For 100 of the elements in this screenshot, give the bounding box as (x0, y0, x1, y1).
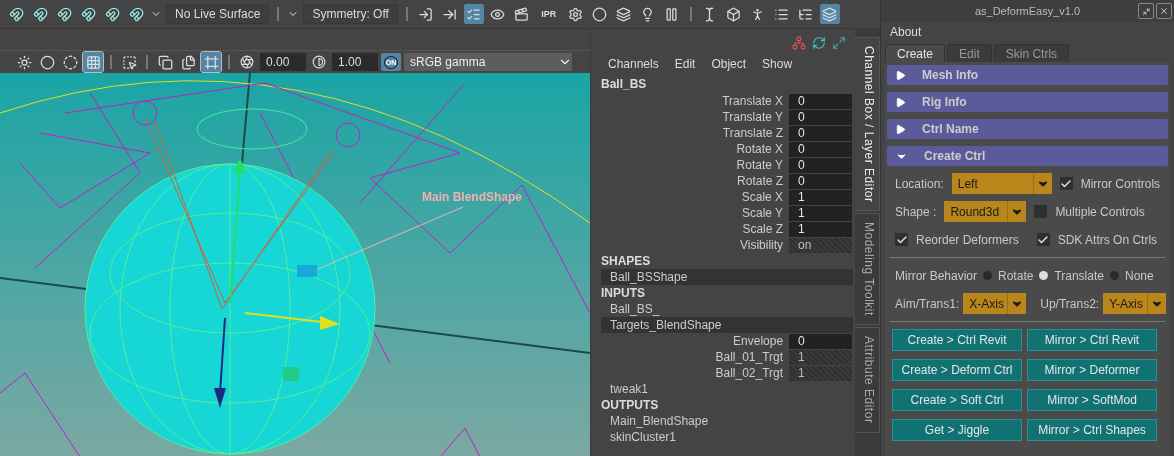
radio-label: Rotate (998, 268, 1034, 283)
restore-button[interactable] (1138, 3, 1154, 19)
attribute-value-field[interactable]: 1 (789, 189, 853, 205)
checkbox-label: SDK Attrs On Ctrls (1057, 232, 1158, 247)
layers-icon[interactable] (819, 4, 840, 24)
tab[interactable]: Skin Ctrls (993, 44, 1070, 62)
action-button[interactable]: Mirror > SoftMod (1027, 389, 1157, 411)
restore-icon (1141, 6, 1151, 16)
node-row[interactable]: Main_BlendShape (601, 413, 854, 429)
node-row[interactable]: Ball_BSShape (601, 269, 854, 285)
section-header[interactable]: Ctrl Name (887, 119, 1168, 139)
field-label: Aim/Trans1: (895, 296, 960, 311)
attribute-label: Ball_02_Trgt (715, 366, 784, 380)
caret-right-icon (895, 96, 906, 108)
object-name: Ball_BS (601, 77, 647, 91)
window-title: as_DeformEasy_v1.0 (974, 5, 1081, 17)
grid-icon[interactable] (83, 52, 103, 72)
action-button[interactable]: Mirror > Deformer (1027, 359, 1157, 381)
checkbox-label: Reorder Deformers (916, 232, 1019, 247)
menu-item[interactable]: Show (762, 57, 793, 71)
menu-item[interactable]: Object (711, 57, 747, 71)
attribute-label: Envelope (733, 334, 784, 348)
caret-right-icon (895, 123, 906, 135)
checkbox[interactable] (895, 233, 908, 246)
action-button[interactable]: Mirror > Ctrl Shapes (1027, 419, 1157, 441)
attribute-value-field[interactable]: 1 (789, 365, 853, 381)
attribute-value-field[interactable]: 0 (789, 125, 853, 141)
action-button[interactable]: Get > Jiggle (892, 419, 1022, 441)
node-row[interactable]: tweak1 (601, 381, 854, 397)
location-dropdown[interactable]: Left (951, 173, 1052, 194)
section-heading: OUTPUTS (601, 398, 659, 412)
exposure-field[interactable]: 0.00 (260, 53, 306, 71)
attribute-value-field[interactable]: 0 (789, 141, 853, 157)
side-tab[interactable]: Attribute Editor (855, 327, 880, 433)
radio-label: None (1124, 268, 1154, 283)
radio-button[interactable] (1109, 271, 1119, 280)
attribute-label: Translate Y (722, 110, 784, 124)
attribute-value-field[interactable]: on (789, 237, 853, 253)
action-button[interactable]: Create > Ctrl Revit (892, 329, 1022, 351)
attribute-value-field[interactable]: 0 (789, 173, 853, 189)
attribute-label: Visibility (739, 238, 784, 252)
up-axis-dropdown[interactable]: Y-Axis (1103, 293, 1167, 314)
gamma-field[interactable]: 1.00 (332, 53, 378, 71)
attribute-label: Translate Z (722, 126, 784, 140)
checkbox[interactable] (1059, 177, 1073, 190)
attribute-label: Translate X (722, 94, 784, 108)
checkbox[interactable] (1036, 233, 1050, 246)
menu-item[interactable]: Edit (674, 57, 696, 71)
ipr-button[interactable]: IPR (535, 4, 562, 24)
field-label: Mirror Behavior (895, 268, 978, 283)
field-label: Up/Trans2: (1040, 296, 1100, 311)
close-icon (1159, 6, 1169, 16)
aim-axis-dropdown[interactable]: X-Axis (963, 293, 1027, 314)
attribute-value-field[interactable]: 0 (789, 157, 853, 173)
section-header[interactable]: Create Ctrl (887, 146, 1168, 166)
symmetry-field[interactable]: Symmetry: Off (303, 4, 398, 24)
node-row[interactable]: Targets_BlendShape (601, 317, 854, 333)
action-button[interactable]: Create > Soft Ctrl (892, 389, 1022, 411)
node-row[interactable]: skinCluster1 (601, 429, 854, 445)
action-button[interactable]: Create > Deform Ctrl (892, 359, 1022, 381)
field-label: Location: (895, 176, 944, 191)
radio-button[interactable] (1039, 271, 1049, 280)
attribute-label: Rotate X (736, 142, 784, 156)
checkbox[interactable] (1034, 205, 1048, 218)
color-space-dropdown[interactable]: sRGB gamma (404, 53, 572, 71)
section-header[interactable]: Mesh Info (887, 65, 1168, 85)
section-header[interactable]: Rig Info (887, 92, 1168, 112)
history-list-icon[interactable] (463, 4, 484, 24)
attribute-label: Rotate Z (737, 174, 784, 188)
attribute-label: Rotate Y (736, 158, 784, 172)
attribute-value-field[interactable]: 0 (789, 93, 853, 109)
attribute-value-field[interactable]: 1 (789, 205, 853, 221)
annotation-label: Main BlendShape (422, 190, 522, 204)
action-button[interactable]: Mirror > Ctrl Revit (1027, 329, 1157, 351)
checkbox-label: Multiple Controls (1055, 204, 1145, 219)
radio-button[interactable] (983, 271, 993, 280)
attribute-label: Scale X (741, 190, 784, 204)
attribute-label: Ball_01_Trgt (715, 350, 784, 364)
close-button[interactable] (1156, 3, 1172, 19)
node-row[interactable]: Ball_BS_ (601, 301, 854, 317)
shape-dropdown[interactable]: Round3d (944, 201, 1027, 222)
attribute-value-field[interactable]: 0 (789, 333, 853, 349)
attribute-value-field[interactable]: 1 (789, 221, 853, 237)
checkbox-label: Mirror Controls (1080, 176, 1161, 191)
attribute-label: Scale Z (742, 222, 784, 236)
side-tab[interactable]: Channel Box / Layer Editor (855, 37, 880, 212)
tab[interactable]: Edit (947, 44, 992, 62)
attribute-value-field[interactable]: 1 (789, 349, 853, 365)
menu-item[interactable]: Channels (608, 57, 659, 71)
field-label: Shape : (895, 204, 937, 219)
live-surface-field[interactable]: No Live Surface (166, 4, 270, 24)
menu-item[interactable]: About (890, 25, 922, 39)
attribute-value-field[interactable]: 0 (789, 109, 853, 125)
attribute-label: Scale Y (741, 206, 784, 220)
radio-label: Translate (1054, 268, 1104, 283)
section-heading: INPUTS (601, 286, 645, 300)
caret-right-icon (895, 69, 906, 81)
side-tab[interactable]: Modeling Toolkit (855, 213, 880, 326)
section-heading: SHAPES (601, 254, 651, 268)
tab[interactable]: Create (885, 44, 946, 62)
